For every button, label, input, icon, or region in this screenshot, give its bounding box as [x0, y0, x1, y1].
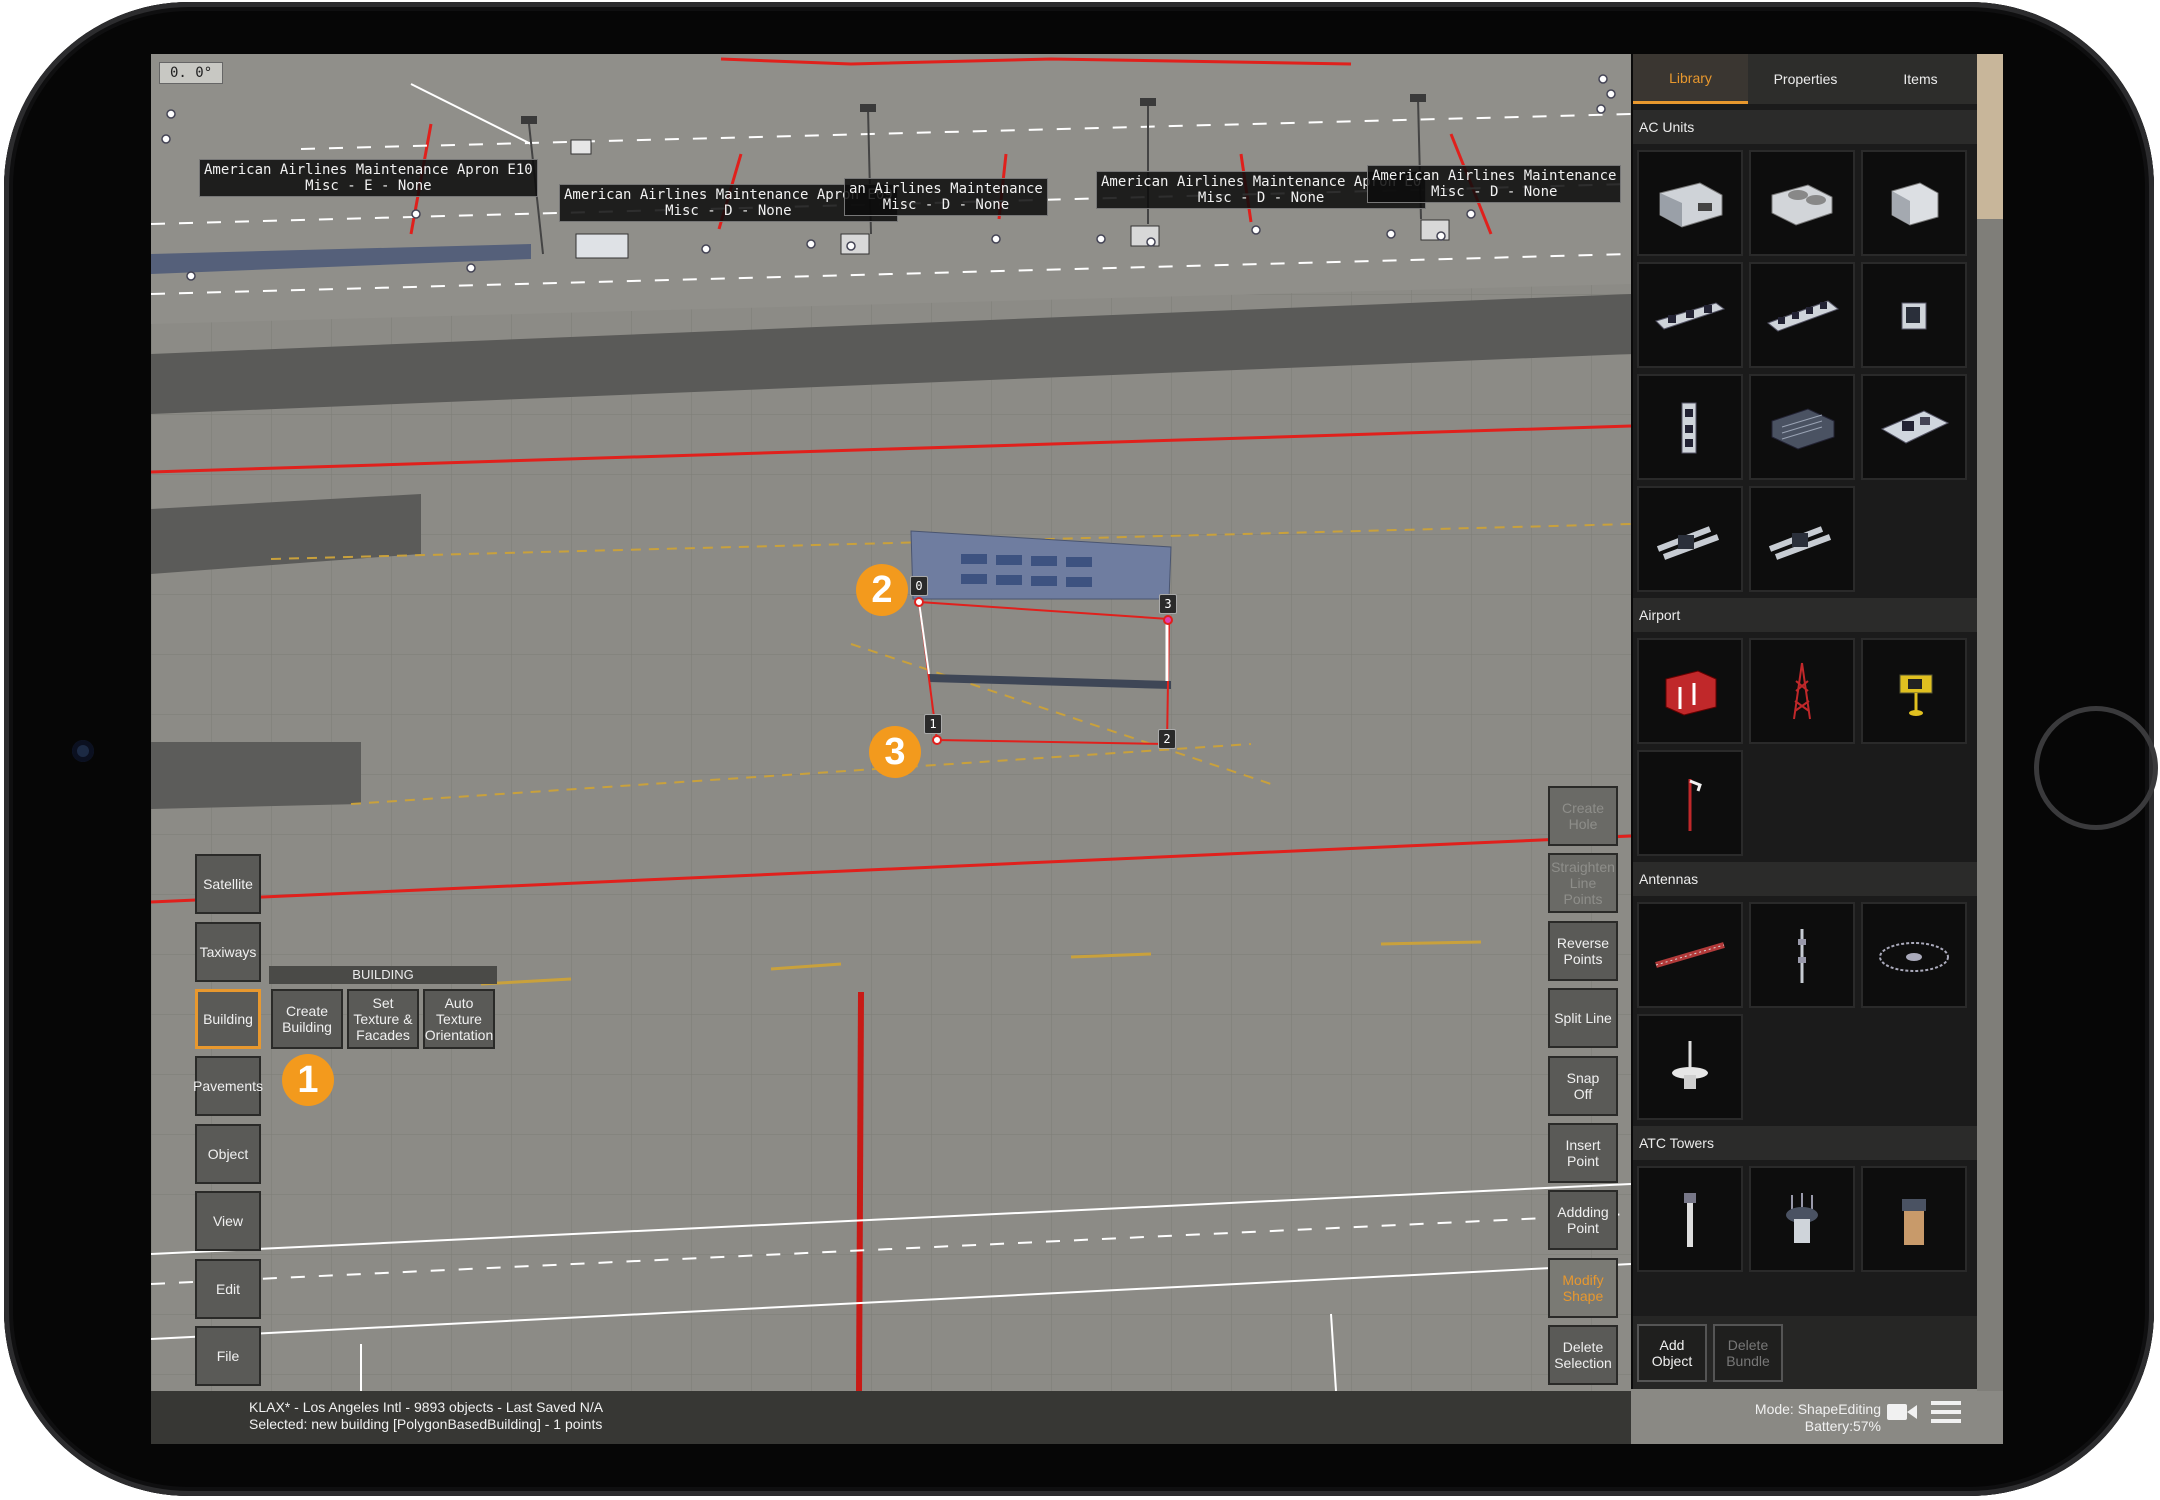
ac-unit-small-icon[interactable] — [1861, 262, 1967, 368]
adding-point-button[interactable]: Addding Point — [1548, 1190, 1618, 1250]
modify-shape-button[interactable]: Modify Shape — [1548, 1258, 1618, 1318]
tab-items[interactable]: Items — [1863, 54, 1978, 104]
antenna-radial-array-icon[interactable] — [1861, 902, 1967, 1008]
mode-text: Mode: ShapeEditing — [1754, 1401, 1881, 1417]
library-panel: Library Properties Items AC Units Airpor… — [1631, 54, 1979, 1389]
ac-unit-ducted-2-icon[interactable] — [1749, 486, 1855, 592]
ac-unit-block-icon[interactable] — [1749, 374, 1855, 480]
ac-unit-quad-row-icon[interactable] — [1749, 262, 1855, 368]
insert-point-button[interactable]: Insert Point — [1548, 1123, 1618, 1183]
radio-mast-red-icon[interactable] — [1749, 638, 1855, 744]
scene-edge — [1977, 54, 2003, 1391]
edit-button[interactable]: Edit — [195, 1259, 261, 1319]
mode-indicator: Mode: ShapeEditing Battery:57% — [1755, 1401, 1881, 1435]
atc-tower-brick-icon[interactable] — [1861, 1166, 1967, 1272]
file-button[interactable]: File — [195, 1326, 261, 1386]
antenna-pole-icon[interactable] — [1749, 902, 1855, 1008]
antenna-dish-tower-icon[interactable] — [1637, 1014, 1743, 1120]
satellite-button[interactable]: Satellite — [195, 854, 261, 914]
vertex-label[interactable]: 0 — [910, 576, 928, 596]
status-selection-info: Selected: new building [PolygonBasedBuil… — [249, 1416, 603, 1432]
straighten-line-points-button[interactable]: Straighten Line Points — [1548, 853, 1618, 913]
map-label-sub: Misc - D - None — [882, 197, 1010, 213]
ac-unit-chiller-icon[interactable] — [1861, 374, 1967, 480]
delete-selection-button[interactable]: Delete Selection — [1548, 1325, 1618, 1385]
atc-tower-wide-icon[interactable] — [1749, 1166, 1855, 1272]
map-label[interactable]: American Airlines Maintenance Apron E10 … — [199, 159, 538, 197]
reverse-points-button[interactable]: Reverse Points — [1548, 921, 1618, 981]
scene-edge-top — [1977, 54, 2003, 219]
hamburger-menu-icon[interactable] — [1931, 1399, 1961, 1425]
pavements-button[interactable]: Pavements — [193, 1056, 263, 1116]
split-line-button[interactable]: Split Line — [1548, 988, 1618, 1048]
app-screen: 0. 0° American Airlines Maintenance Apro… — [151, 54, 2003, 1444]
tab-library[interactable]: Library — [1633, 54, 1748, 104]
tab-properties[interactable]: Properties — [1748, 54, 1863, 104]
callout-badge: 1 — [282, 1054, 334, 1106]
status-bar: KLAX* - Los Angeles Intl - 9893 objects … — [151, 1391, 1881, 1444]
snap-off-button[interactable]: Snap Off — [1548, 1056, 1618, 1116]
create-hole-button[interactable]: Create Hole — [1548, 786, 1618, 846]
ac-unit-tall-icon[interactable] — [1637, 374, 1743, 480]
scene-viewport[interactable] — [151, 54, 1631, 1391]
vertex-label[interactable]: 2 — [1158, 729, 1176, 749]
ac-unit-box-icon[interactable] — [1861, 150, 1967, 256]
windsock-pole-icon[interactable] — [1637, 750, 1743, 856]
ac-unit-large-icon[interactable] — [1637, 150, 1743, 256]
ac-unit-round-fan-icon[interactable] — [1749, 150, 1855, 256]
map-label[interactable]: an Airlines Maintenance Misc - D - None — [844, 178, 1048, 216]
map-label-sub: Misc - E - None — [305, 178, 432, 194]
asphalt-patch — [151, 742, 361, 809]
set-texture-facades-button[interactable]: Set Texture & Facades — [347, 989, 419, 1049]
callout-badge: 3 — [869, 726, 921, 778]
hangar-red-icon[interactable] — [1637, 638, 1743, 744]
vertex-label[interactable]: 1 — [924, 714, 942, 734]
section-header[interactable]: Airport — [1633, 598, 1979, 632]
map-label-title: American Airlines Maintenance — [1372, 168, 1617, 184]
status-file-info: KLAX* - Los Angeles Intl - 9893 objects … — [249, 1399, 604, 1415]
delete-bundle-button[interactable]: Delete Bundle — [1713, 1324, 1783, 1382]
antenna-array-long-icon[interactable] — [1637, 902, 1743, 1008]
battery-text: Battery:57% — [1804, 1418, 1881, 1434]
ac-unit-ducted-icon[interactable] — [1637, 486, 1743, 592]
front-camera — [72, 740, 94, 762]
home-button[interactable] — [2034, 706, 2158, 830]
taxiways-button[interactable]: Taxiways — [195, 922, 261, 982]
floodlight-yellow-icon[interactable] — [1861, 638, 1967, 744]
library-actions: Add Object Delete Bundle — [1633, 1316, 1979, 1389]
building-button[interactable]: Building — [195, 989, 261, 1049]
auto-texture-orientation-button[interactable]: Auto Texture Orientation — [423, 989, 495, 1049]
view-button[interactable]: View — [195, 1191, 261, 1251]
map-label-sub: Misc - D - None — [1431, 184, 1558, 200]
callout-badge: 2 — [856, 564, 908, 616]
section-header[interactable]: AC Units — [1633, 110, 1979, 144]
add-object-button[interactable]: Add Object — [1637, 1324, 1707, 1382]
map-label-title: an Airlines Maintenance — [849, 181, 1043, 197]
vertex-label[interactable]: 3 — [1159, 594, 1177, 614]
rotation-readout: 0. 0° — [159, 62, 224, 84]
map-label[interactable]: American Airlines Maintenance Misc - D -… — [1367, 165, 1622, 203]
section-header[interactable]: ATC Towers — [1633, 1126, 1979, 1160]
section-header[interactable]: Antennas — [1633, 862, 1979, 896]
map-label-title: American Airlines Maintenance Apron E10 — [204, 162, 533, 178]
create-building-button[interactable]: Create Building — [271, 989, 343, 1049]
atc-tower-slim-icon[interactable] — [1637, 1166, 1743, 1272]
camera-icon[interactable] — [1886, 1401, 1918, 1423]
building-toolbar-title: BUILDING — [269, 966, 497, 984]
ac-unit-triple-row-icon[interactable] — [1637, 262, 1743, 368]
panel-tabs: Library Properties Items — [1633, 54, 1979, 104]
object-button[interactable]: Object — [195, 1124, 261, 1184]
